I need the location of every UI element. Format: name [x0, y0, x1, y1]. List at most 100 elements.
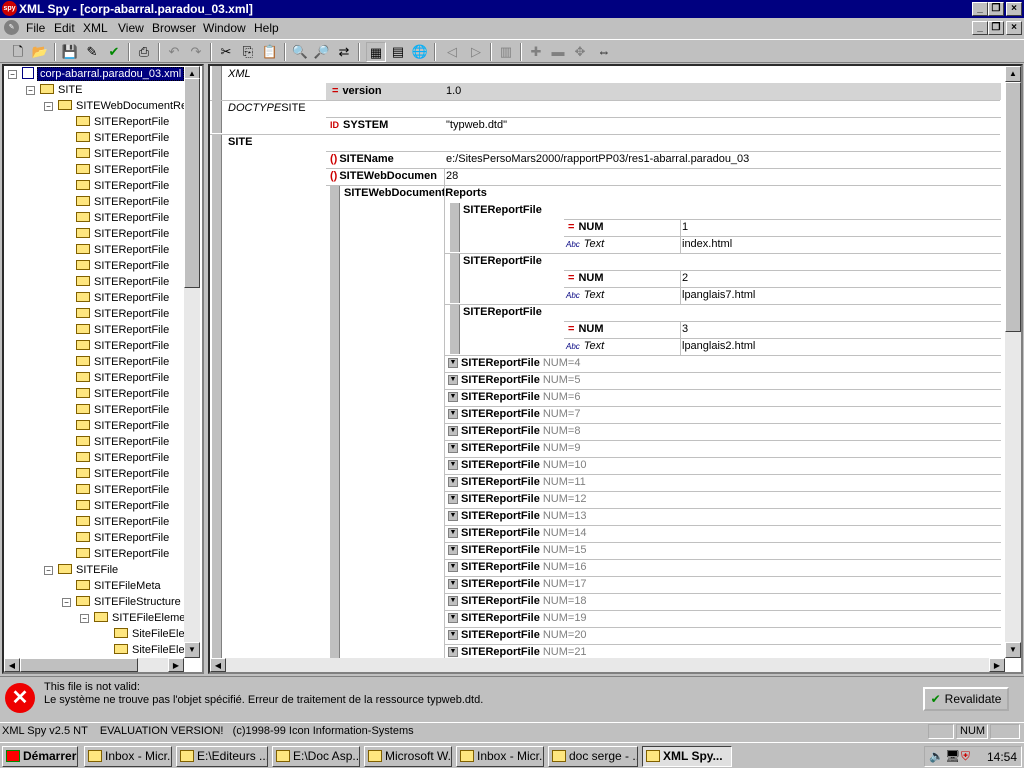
collapsed-reportfile[interactable]: ▼ SITEReportFile NUM=19	[448, 610, 587, 627]
tree-node-reportfile[interactable]: SITEReportFile	[76, 338, 169, 354]
document-icon[interactable]: ✎	[4, 20, 19, 35]
sitename-value[interactable]: e:/SitesPersoMars2000/rapportPP03/res1-a…	[446, 151, 749, 168]
collapse-bar[interactable]	[212, 66, 222, 100]
tree-node-reportfile[interactable]: SITEReportFile	[76, 306, 169, 322]
expand-icon[interactable]: ▼	[448, 630, 458, 641]
collapsed-reportfile[interactable]: ▼ SITEReportFile NUM=6	[448, 389, 580, 406]
sitewebdoc-value[interactable]: 28	[446, 168, 458, 185]
tree-node-reportfile[interactable]: SITEReportFile	[76, 114, 169, 130]
menu-view[interactable]: View	[118, 21, 144, 35]
expand-icon[interactable]: ▼	[448, 579, 458, 590]
start-button[interactable]: Démarrer	[2, 746, 78, 767]
collapse-icon[interactable]: ▬	[548, 42, 568, 62]
tree-node-reportfile[interactable]: SITEReportFile	[76, 530, 169, 546]
tree-root-node[interactable]: corp-abarral.paradou_03.xml	[22, 66, 185, 82]
expand-icon[interactable]: ▼	[448, 477, 458, 488]
validate-icon[interactable]: ✔	[104, 42, 124, 62]
element-webdocreports[interactable]: SITEWebDocumentReports	[344, 185, 487, 202]
tree-node-reportfile[interactable]: SITEReportFile	[76, 226, 169, 242]
tree-node-reportfile[interactable]: SITEReportFile	[76, 498, 169, 514]
collapsed-reportfile[interactable]: ▼ SITEReportFile NUM=14	[448, 525, 587, 542]
replace-icon[interactable]: ⇄	[334, 42, 354, 62]
tree-node-sitefilemeta[interactable]: SITEFileMeta	[76, 578, 161, 594]
collapse-toggle[interactable]: −	[44, 566, 53, 575]
attr-num[interactable]: = NUM	[568, 219, 604, 236]
tree-node-reportfile[interactable]: SITEReportFile	[76, 210, 169, 226]
scroll-left-icon[interactable]: ◀	[4, 658, 20, 672]
expand-icon[interactable]: ▼	[448, 358, 458, 369]
num-value[interactable]: 3	[682, 321, 688, 338]
grid-vertical-scrollbar[interactable]: ▲ ▼	[1005, 66, 1021, 658]
tree-node-reportfile[interactable]: SITEReportFile	[76, 178, 169, 194]
menu-browser[interactable]: Browser	[152, 21, 196, 35]
tree-node-reportfile[interactable]: SITEReportFile	[76, 450, 169, 466]
scroll-left-icon[interactable]: ◀	[210, 658, 226, 672]
tree-node-site[interactable]: SITE	[40, 82, 82, 98]
optimal-width-icon[interactable]: ⇔	[594, 42, 614, 62]
collapse-toggle[interactable]: −	[62, 598, 71, 607]
scroll-thumb[interactable]	[20, 658, 138, 672]
num-value[interactable]: 2	[682, 270, 688, 287]
forward-icon[interactable]: ▷	[466, 42, 486, 62]
shield-icon[interactable]: ⛨	[961, 749, 970, 764]
browser-view-icon[interactable]: 🌐	[410, 42, 430, 62]
tree-node-reportfile[interactable]: SITEReportFile	[76, 258, 169, 274]
restore-icon[interactable]: ❐	[988, 2, 1004, 16]
collapsed-reportfile[interactable]: ▼ SITEReportFile NUM=17	[448, 576, 587, 593]
tree-node-reportfile[interactable]: SITEReportFile	[76, 322, 169, 338]
collapsed-reportfile[interactable]: ▼ SITEReportFile NUM=4	[448, 355, 580, 372]
version-value[interactable]: 1.0	[446, 83, 461, 100]
scroll-right-icon[interactable]: ▶	[168, 658, 184, 672]
menu-xml[interactable]: XML	[83, 21, 108, 35]
tree-node-reportfile[interactable]: SITEReportFile	[76, 514, 169, 530]
monitor-icon[interactable]: 🖥	[945, 749, 960, 763]
menu-help[interactable]: Help	[254, 21, 279, 35]
table-icon[interactable]: ▥	[496, 42, 516, 62]
cut-icon[interactable]: ✂	[216, 42, 236, 62]
collapsed-reportfile[interactable]: ▼ SITEReportFile NUM=16	[448, 559, 587, 576]
tree-node-reportfile[interactable]: SITEReportFile	[76, 370, 169, 386]
tree-node-reportfile[interactable]: SITEReportFile	[76, 418, 169, 434]
taskbar-button[interactable]: XML Spy...	[642, 746, 732, 767]
element-site[interactable]: SITE	[228, 134, 252, 151]
redo-icon[interactable]: ↷	[186, 42, 206, 62]
collapse-bar[interactable]	[330, 186, 340, 672]
selected-row[interactable]	[326, 83, 1001, 100]
menu-edit[interactable]: Edit	[54, 21, 75, 35]
expand-icon[interactable]: ✚	[526, 42, 546, 62]
back-icon[interactable]: ◁	[442, 42, 462, 62]
taskbar-button[interactable]: Inbox - Micr...	[84, 746, 172, 767]
tree-vertical-scrollbar[interactable]: ▲ ▼	[184, 66, 200, 658]
collapsed-reportfile[interactable]: ▼ SITEReportFile NUM=8	[448, 423, 580, 440]
close-icon[interactable]: ×	[1006, 2, 1022, 16]
tree-node-reportfile[interactable]: SITEReportFile	[76, 290, 169, 306]
expand-icon[interactable]: ▼	[448, 596, 458, 607]
tree-node-reportfile[interactable]: SITEReportFile	[76, 194, 169, 210]
scroll-down-icon[interactable]: ▼	[184, 642, 200, 658]
taskbar-button[interactable]: doc serge - ...	[548, 746, 638, 767]
element-reportfile[interactable]: SITEReportFile	[463, 304, 542, 321]
menu-file[interactable]: File	[26, 21, 45, 35]
num-value[interactable]: 1	[682, 219, 688, 236]
tree-node-sitefileelement[interactable]: SITEFileElemen	[94, 610, 191, 626]
text-node[interactable]: Abc Text	[566, 287, 604, 304]
system-value[interactable]: "typweb.dtd"	[446, 117, 507, 134]
expand-icon[interactable]: ▼	[448, 494, 458, 505]
expand-icon[interactable]: ▼	[448, 443, 458, 454]
expand-icon[interactable]: ▼	[448, 409, 458, 420]
text-value[interactable]: lpanglais7.html	[682, 287, 755, 304]
tree-node-reportfile[interactable]: SITEReportFile	[76, 402, 169, 418]
element-sitewebdoc[interactable]: () SITEWebDocumen	[330, 168, 444, 185]
collapse-bar[interactable]	[212, 135, 222, 672]
expand-icon[interactable]: ▼	[448, 426, 458, 437]
element-sitename[interactable]: () SITEName	[330, 151, 394, 168]
collapse-bar[interactable]	[450, 305, 460, 354]
taskbar-button[interactable]: E:\Doc Asp...	[272, 746, 360, 767]
expand-icon[interactable]: ▼	[448, 460, 458, 471]
element-reportfile[interactable]: SITEReportFile	[463, 202, 542, 219]
tree-node-sitefileeler[interactable]: SiteFileEler	[114, 626, 188, 642]
open-folder-icon[interactable]: 📂	[30, 42, 50, 62]
tree-node-sitefileeler[interactable]: SiteFileEler	[114, 642, 188, 658]
expand-icon[interactable]: ▼	[448, 545, 458, 556]
scroll-thumb[interactable]	[184, 78, 200, 288]
